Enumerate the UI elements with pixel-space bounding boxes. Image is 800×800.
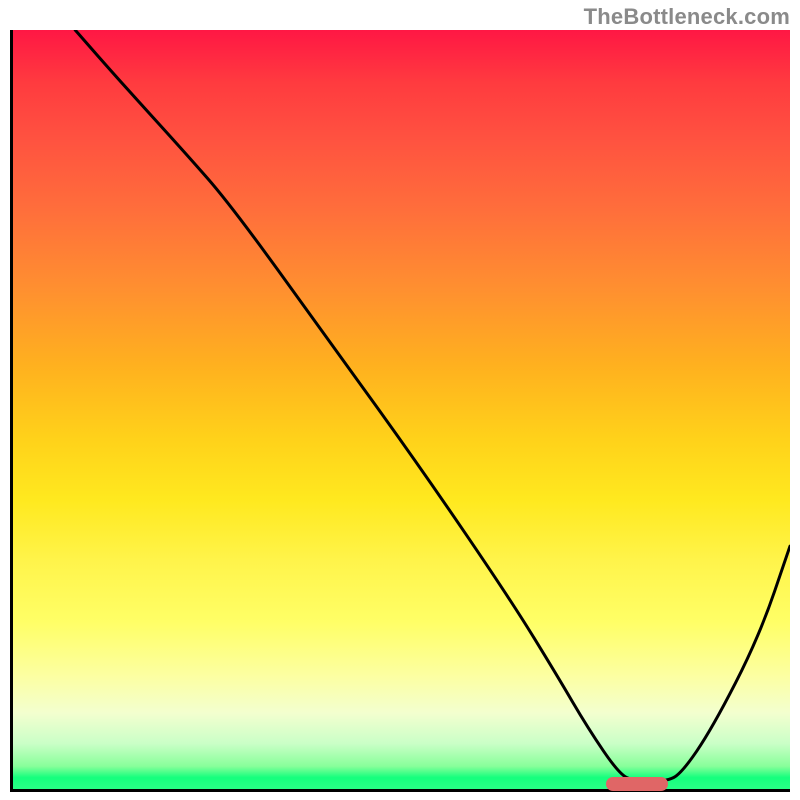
bottleneck-plot [10, 30, 790, 792]
bottleneck-curve [13, 30, 790, 789]
watermark-text: TheBottleneck.com [584, 4, 790, 30]
optimum-marker [606, 777, 668, 791]
